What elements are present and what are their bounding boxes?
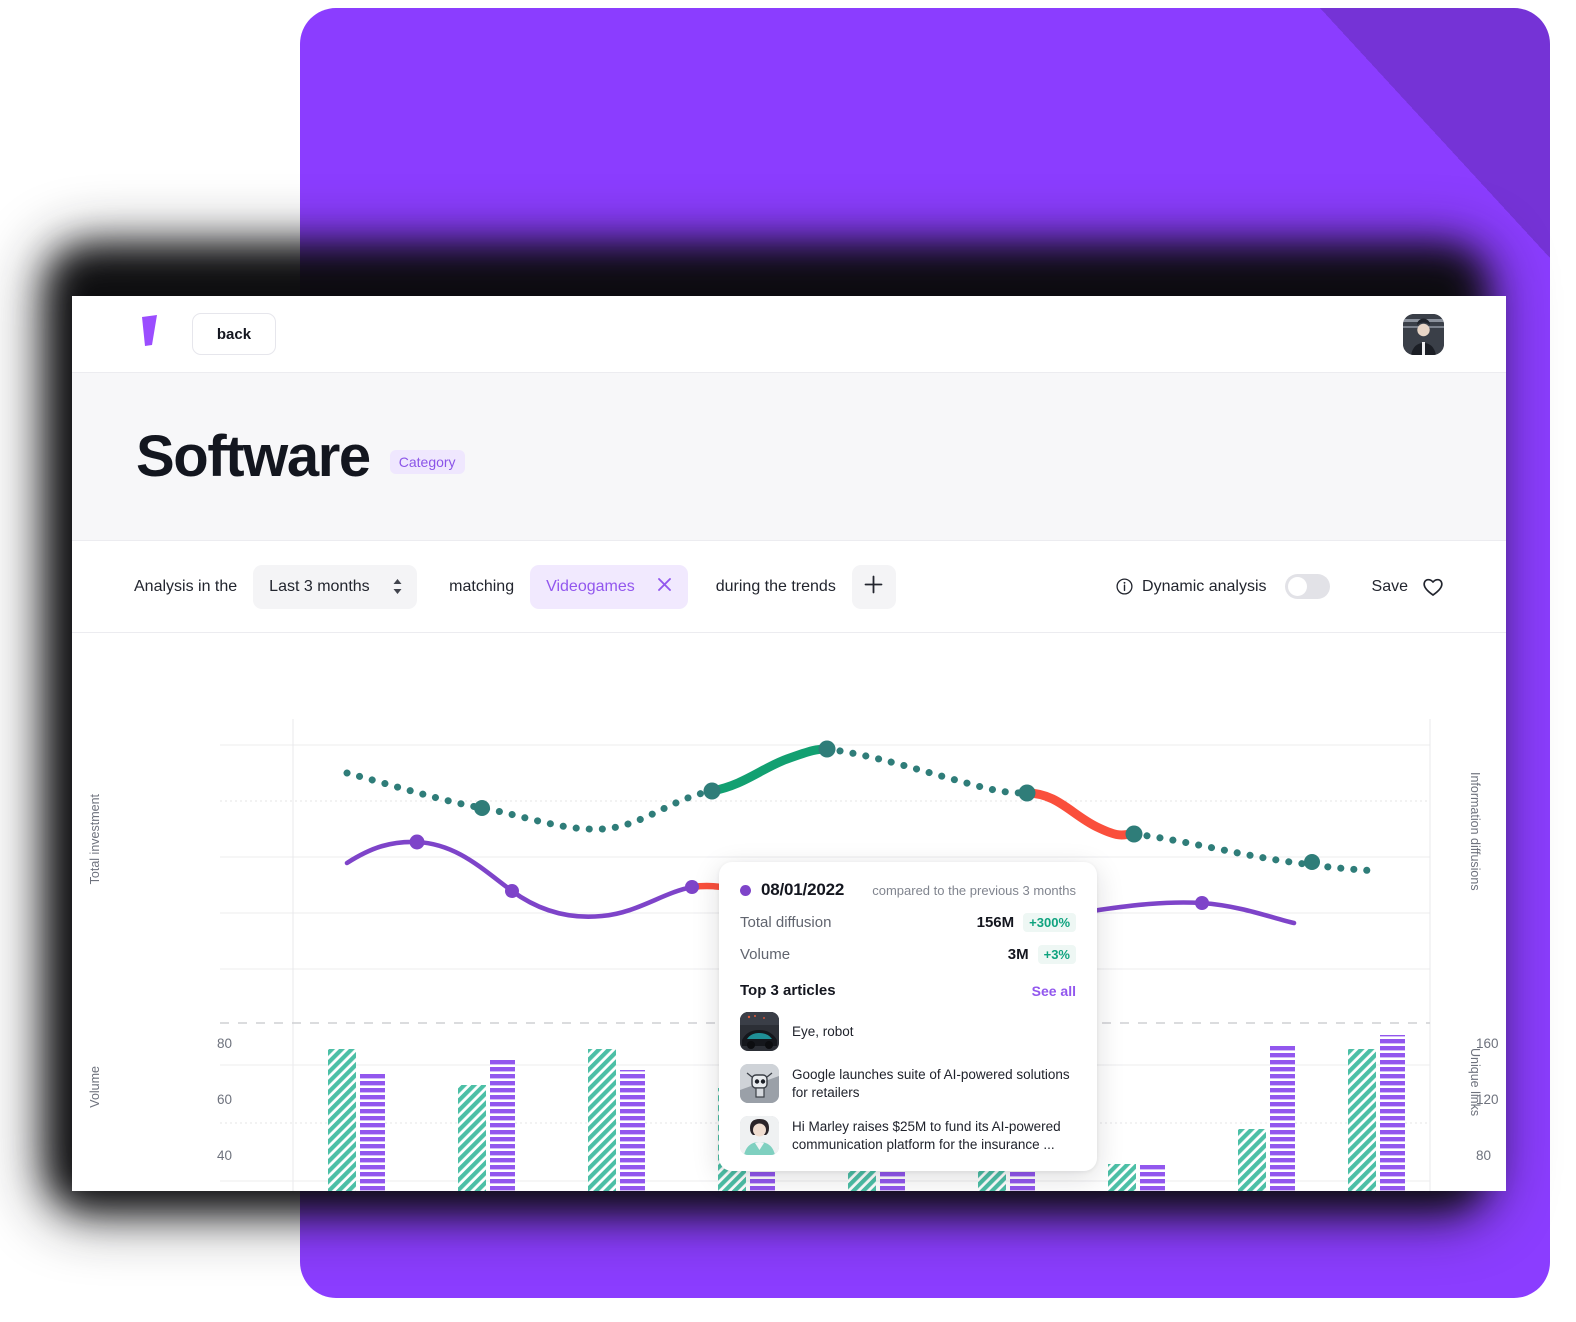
axis-label-total-investment: Total investment <box>88 794 102 885</box>
series-information-diffusions <box>343 740 1381 875</box>
avatar[interactable] <box>1403 314 1444 355</box>
tooltip-comparison: compared to the previous 3 months <box>872 882 1076 898</box>
save-button[interactable]: Save <box>1372 578 1408 596</box>
metric-delta: +3% <box>1037 945 1076 964</box>
toggle-knob <box>1287 577 1307 596</box>
tooltip-metric-row: Volume 3M +3% <box>740 945 1076 964</box>
list-item[interactable]: Google launches suite of AI-powered solu… <box>740 1064 1076 1103</box>
tooltip-date: 08/01/2022 <box>761 880 845 899</box>
page-title: Software <box>136 423 371 489</box>
period-select[interactable]: Last 3 months <box>253 564 418 609</box>
tick-top-left-80: 80 <box>216 1036 232 1051</box>
axis-label-information-diffusions: Information diffusions <box>1468 772 1482 891</box>
info-icon[interactable] <box>1116 578 1133 595</box>
tooltip-point-dot <box>740 884 751 896</box>
axis-label-volume: Volume <box>88 1066 102 1108</box>
tooltip-articles-header: Top 3 articles See all <box>740 982 1076 999</box>
heart-icon[interactable] <box>1422 577 1444 597</box>
back-button[interactable]: back <box>192 313 276 355</box>
top-navigation-bar: back <box>72 296 1506 373</box>
article-title: Hi Marley raises $25M to fund its AI-pow… <box>792 1118 1061 1152</box>
metric-label: Volume <box>740 946 791 963</box>
analysis-prefix-label: Analysis in the <box>134 577 238 595</box>
tooltip-metric-row: Total diffusion 156M +300% <box>740 913 1076 932</box>
corner-triangle-decoration <box>1320 8 1550 258</box>
trends-label: during the trends <box>715 577 836 595</box>
filter-tag-videogames[interactable]: Videogames <box>530 564 688 609</box>
close-icon[interactable] <box>657 577 672 597</box>
tick-top-right-80: 80 <box>1476 1148 1492 1163</box>
person-thumbnail-icon <box>740 1116 779 1155</box>
metric-label: Total diffusion <box>740 914 832 931</box>
tooltip-header: 08/01/2022 compared to the previous 3 mo… <box>740 880 1076 900</box>
articles-title: Top 3 articles <box>740 982 836 999</box>
back-button-label: back <box>216 325 252 343</box>
tick-top-left-40: 40 <box>216 1148 232 1163</box>
screenshot-stage: back Software Category Analysis in the L… <box>0 0 1576 1322</box>
chart-tooltip[interactable]: 08/01/2022 compared to the previous 3 mo… <box>719 862 1097 1171</box>
dynamic-analysis-control: Dynamic analysis <box>1116 577 1267 596</box>
filter-tag-label: Videogames <box>546 577 635 595</box>
add-trend-button[interactable] <box>851 564 896 609</box>
metric-value: 3M <box>1007 946 1029 963</box>
axis-label-unique-links: Unique links <box>1468 1048 1482 1117</box>
dynamic-analysis-label: Dynamic analysis <box>1142 577 1267 595</box>
car-thumbnail-icon <box>740 1012 779 1051</box>
list-item[interactable]: Eye, robot <box>740 1012 1076 1051</box>
period-select-value: Last 3 months <box>269 577 370 595</box>
see-all-link[interactable]: See all <box>1032 983 1076 999</box>
page-title-section: Software Category <box>72 373 1506 541</box>
article-title: Google launches suite of AI-powered solu… <box>792 1066 1070 1100</box>
article-title: Eye, robot <box>792 1023 854 1039</box>
exclamation-logo-icon[interactable] <box>138 315 162 353</box>
robot-thumbnail-icon <box>740 1064 779 1103</box>
chevron-updown-icon <box>392 577 403 596</box>
filter-bar: Analysis in the Last 3 months matching V… <box>72 541 1506 633</box>
category-badge: Category <box>389 449 465 474</box>
tick-top-left-60: 60 <box>216 1092 232 1107</box>
metric-delta: +300% <box>1023 913 1076 932</box>
list-item[interactable]: Hi Marley raises $25M to fund its AI-pow… <box>740 1116 1076 1155</box>
filter-bar-right-tools: Dynamic analysis Save <box>1116 574 1444 599</box>
matching-label: matching <box>449 577 515 595</box>
plus-icon <box>864 572 883 601</box>
dynamic-analysis-toggle[interactable] <box>1284 574 1330 599</box>
metric-value: 156M <box>976 914 1015 931</box>
